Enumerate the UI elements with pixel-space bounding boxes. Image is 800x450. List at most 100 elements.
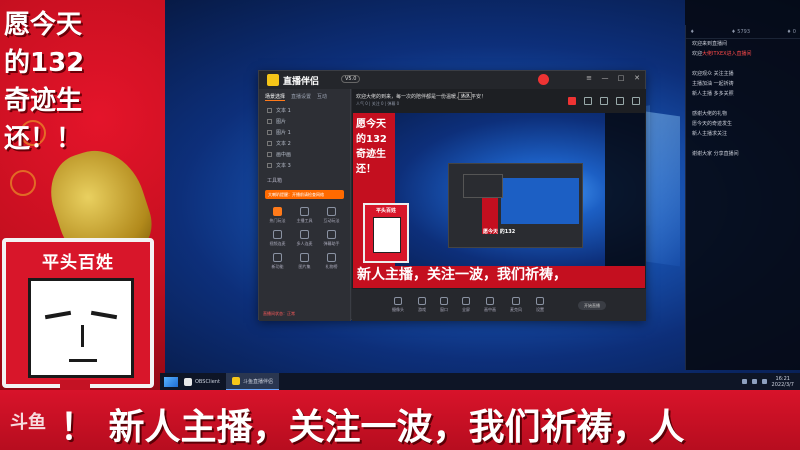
- bottom-tool[interactable]: 设置: [536, 297, 544, 313]
- douyu-icon: [231, 377, 240, 385]
- tool-item[interactable]: 弹幕助手: [319, 230, 344, 247]
- app-logo-icon: [267, 74, 279, 86]
- chat-message: 欢迎大佬ITXEX进入直播间: [686, 49, 800, 59]
- go-live-button[interactable]: 开始直播: [578, 300, 606, 310]
- bottom-tool-label: 窗口: [440, 307, 448, 312]
- minimize-icon[interactable]: —: [601, 74, 609, 82]
- chat-message-text: 新人主播求关注: [692, 131, 728, 137]
- preview-nested-app: [463, 174, 503, 198]
- bottom-tool-icon: [440, 297, 448, 305]
- tab-settings[interactable]: 直播设置: [291, 93, 311, 101]
- blessing-line: 奇迹生: [4, 86, 83, 116]
- bottom-tool-icon: [462, 297, 470, 305]
- scene-row[interactable]: 画中画: [259, 149, 350, 160]
- bottom-tool-icon: [418, 297, 426, 305]
- tool-item[interactable]: 多人连麦: [292, 230, 317, 247]
- tool-icon: [300, 253, 309, 262]
- preview-nested-desktop: [501, 178, 579, 224]
- bottom-tool-icon: [394, 297, 402, 305]
- chat-header-right: ♦ 0: [786, 28, 796, 35]
- stream-preview[interactable]: 愿今天 的132 奇迹生 还！ 平头百姓 愿今天 的132 新人主播，关注一波，…: [353, 113, 645, 288]
- edit-announcement-button[interactable]: 修改: [458, 92, 472, 100]
- tab-scenes[interactable]: 场景选择: [265, 93, 286, 101]
- user-avatar[interactable]: [538, 74, 549, 85]
- preview-blessing-line: 的132: [356, 134, 387, 145]
- close-icon[interactable]: ✕: [633, 74, 641, 82]
- taskbar-item-douyu[interactable]: 斗鱼直播伴侣: [225, 373, 279, 390]
- chat-message: 感谢大佬的礼物: [686, 109, 800, 119]
- tool-item[interactable]: 互动玩法: [319, 207, 344, 224]
- input-method-icon[interactable]: [761, 379, 767, 384]
- scene-row[interactable]: 文本 2: [259, 138, 350, 149]
- tool-item[interactable]: 视频连麦: [265, 230, 290, 247]
- bottom-tool[interactable]: 麦克风: [510, 297, 522, 313]
- app-version-badge: V5.0: [341, 75, 361, 83]
- scene-label: 图片 1: [276, 130, 291, 136]
- visibility-checkbox[interactable]: [267, 108, 272, 113]
- visibility-checkbox[interactable]: [267, 163, 272, 168]
- status-footer: 直播间状态：正常: [263, 311, 295, 316]
- bottom-tool[interactable]: 窗口: [440, 297, 448, 313]
- windows-taskbar: OBSClient 斗鱼直播伴侣 16:21 2022/3/7: [160, 373, 800, 390]
- visibility-checkbox[interactable]: [267, 119, 272, 124]
- cartoon-face: [28, 278, 134, 378]
- chat-message: 欢迎来到直播间: [686, 39, 800, 49]
- start-icon[interactable]: [164, 376, 178, 387]
- tool-icon: [273, 253, 282, 262]
- tool-item[interactable]: 图片集: [292, 253, 317, 270]
- preview-sign-board: 平头百姓: [363, 203, 409, 263]
- taskbar-item-label: OBSClient: [195, 378, 220, 385]
- tool-label: 互动玩法: [323, 218, 340, 223]
- chat-message: 新人主播求关注: [686, 129, 800, 139]
- notice-banner[interactable]: 大喇叭提醒：开播前请检查网络: [265, 190, 344, 199]
- volume-icon[interactable]: [751, 379, 757, 384]
- network-icon[interactable]: [741, 379, 747, 384]
- app-sidebar: 场景选择 直播设置 互动 文本 1 图片图片 1 文本 2 画中画文本 3 工具箱 大…: [259, 89, 351, 321]
- scene-label: 画中画: [276, 152, 292, 158]
- share-icon[interactable]: [632, 97, 640, 105]
- tool-item[interactable]: 热门玩法: [265, 207, 290, 224]
- record-icon[interactable]: [568, 97, 576, 105]
- streaming-app-window[interactable]: 直播伴侣 V5.0 ≡ — □ ✕ 场景选择 直播设置 互动 文本 1 图片图片 …: [258, 70, 646, 321]
- scene-row[interactable]: 文本 1: [259, 105, 350, 116]
- visibility-checkbox[interactable]: [267, 141, 272, 146]
- bottom-tool[interactable]: 摄像头: [392, 297, 404, 313]
- chat-message: [686, 139, 800, 149]
- preview-nested-window: 愿今天 的132: [448, 163, 583, 248]
- layout-icon[interactable]: [600, 97, 608, 105]
- system-tray: 16:21 2022/3/7: [741, 376, 800, 388]
- tool-item[interactable]: 礼物榜: [319, 253, 344, 270]
- scene-label: 文本 3: [276, 163, 291, 169]
- toolbox-label: 工具箱: [267, 178, 283, 184]
- main-area: 欢迎大佬的到来，每一次的陪伴都是一份温暖，人人平安！ 修改 人气 0 | 关注 …: [352, 89, 646, 321]
- copy-icon[interactable]: [584, 97, 592, 105]
- chat-message: 愿今天的奇迹发生: [686, 119, 800, 129]
- tab-interaction[interactable]: 互动: [317, 93, 327, 101]
- bottom-tool[interactable]: 全屏: [462, 297, 470, 313]
- blessing-line: 的132: [4, 48, 85, 78]
- bottom-tool[interactable]: 游戏: [418, 297, 426, 313]
- bottom-tool[interactable]: 画中画: [484, 297, 496, 313]
- clock-date: 2022/3/7: [771, 381, 794, 388]
- taskbar-item-obs[interactable]: OBSClient: [178, 373, 226, 390]
- scene-row[interactable]: 图片 1: [259, 127, 350, 138]
- maximize-icon[interactable]: □: [617, 74, 625, 82]
- tool-icon: [327, 253, 336, 262]
- menu-icon[interactable]: ≡: [585, 74, 593, 82]
- tool-item[interactable]: 主播工具: [292, 207, 317, 224]
- chat-message-text: 欢迎: [692, 51, 703, 57]
- chat-message: 欢迎观众 关注主播: [686, 69, 800, 79]
- app-titlebar[interactable]: 直播伴侣 V5.0 ≡ — □ ✕: [259, 71, 645, 89]
- visibility-checkbox[interactable]: [267, 152, 272, 157]
- tool-item[interactable]: 新功能: [265, 253, 290, 270]
- scene-row[interactable]: 图片: [259, 116, 350, 127]
- stream-stats: 人气 0 | 关注 0 | 弹幕 0: [356, 101, 400, 106]
- preview-blessing-line: 还！: [356, 164, 376, 175]
- preview-nested-caption: 愿今天 的132: [483, 229, 516, 235]
- clock[interactable]: 16:21 2022/3/7: [772, 376, 794, 388]
- screenshot-icon[interactable]: [616, 97, 624, 105]
- scene-row[interactable]: 文本 3: [259, 160, 350, 171]
- chat-message-text: 愿今天的奇迹发生: [692, 121, 733, 127]
- preview-cartoon-face: [373, 217, 401, 253]
- visibility-checkbox[interactable]: [267, 130, 272, 135]
